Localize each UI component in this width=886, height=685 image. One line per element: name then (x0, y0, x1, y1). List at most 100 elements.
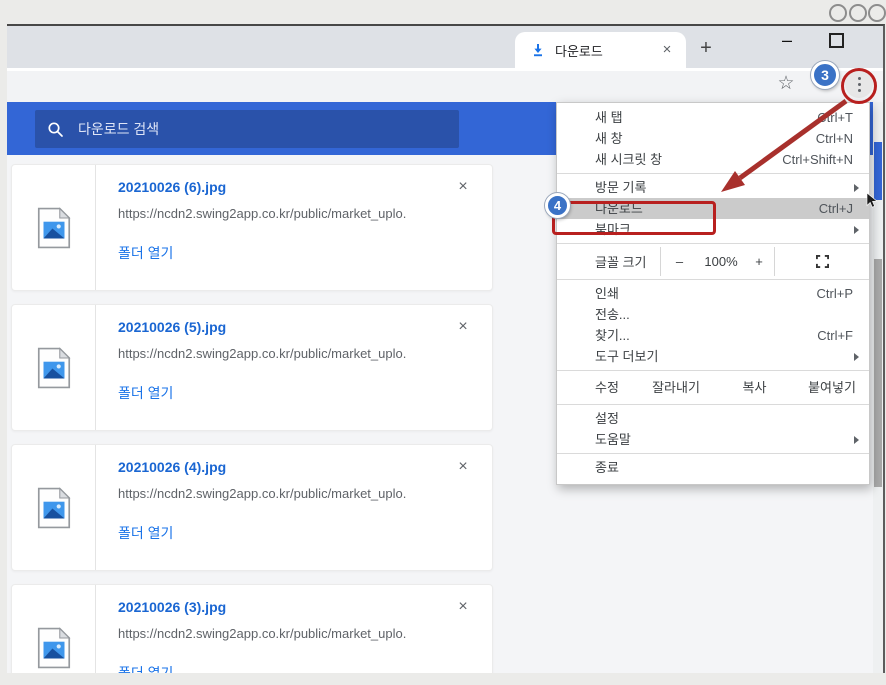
remove-download-icon[interactable]: × (454, 599, 472, 617)
open-folder-link[interactable]: 폴더 열기 (118, 663, 173, 673)
menu-separator (557, 279, 869, 280)
maximize-button[interactable] (829, 33, 844, 48)
open-folder-link[interactable]: 폴더 열기 (118, 383, 173, 403)
download-card: 20210026 (3).jpg × https://ncdn2.swing2a… (11, 584, 493, 673)
menu-item-label: 새 탭 (595, 107, 817, 128)
menu-item-help[interactable]: 도움말 (557, 429, 869, 450)
menu-separator (557, 243, 869, 244)
menu-item-exit[interactable]: 종료 (557, 457, 869, 478)
search-input[interactable] (78, 121, 447, 137)
tab-close-icon[interactable]: × (658, 41, 676, 59)
file-icon-column (12, 445, 96, 570)
scrollbar-thumb-blue[interactable] (874, 142, 882, 200)
menu-item-new-tab[interactable]: 새 탭 Ctrl+T (557, 107, 869, 128)
menu-separator (557, 173, 869, 174)
menu-item-more-tools[interactable]: 도구 더보기 (557, 346, 869, 367)
file-url: https://ncdn2.swing2app.co.kr/public/mar… (118, 206, 476, 221)
submenu-arrow-icon (854, 226, 859, 234)
menu-button-highlight-circle (841, 68, 877, 104)
menu-item-label: 종료 (595, 457, 853, 478)
zoom-in-button[interactable]: + (744, 254, 774, 269)
fullscreen-button[interactable] (775, 255, 869, 268)
menu-item-shortcut: Ctrl+N (816, 128, 853, 149)
menu-separator (557, 370, 869, 371)
menu-item-print[interactable]: 인쇄 Ctrl+P (557, 283, 869, 304)
submenu-arrow-icon (854, 353, 859, 361)
filename-link[interactable]: 20210026 (4).jpg (118, 459, 454, 475)
card-body: 20210026 (4).jpg × https://ncdn2.swing2a… (96, 445, 492, 570)
minimize-button[interactable]: – (777, 30, 797, 54)
edit-label: 수정 (557, 374, 637, 401)
remove-download-icon[interactable]: × (454, 179, 472, 197)
submenu-arrow-icon (854, 184, 859, 192)
file-url: https://ncdn2.swing2app.co.kr/public/mar… (118, 346, 476, 361)
menu-separator (557, 404, 869, 405)
file-url: https://ncdn2.swing2app.co.kr/public/mar… (118, 626, 476, 641)
copy-button[interactable]: 복사 (715, 374, 794, 401)
menu-item-cast[interactable]: 전송... (557, 304, 869, 325)
download-card: 20210026 (6).jpg × https://ncdn2.swing2a… (11, 164, 493, 291)
menu-edit-row: 수정잘라내기복사붙여넣기 (557, 374, 869, 401)
open-folder-link[interactable]: 폴더 열기 (118, 523, 173, 543)
menu-item-history[interactable]: 방문 기록 (557, 177, 869, 198)
menu-item-label: 설정 (595, 408, 853, 429)
card-body: 20210026 (5).jpg × https://ncdn2.swing2a… (96, 305, 492, 430)
search-icon (47, 121, 64, 138)
download-card: 20210026 (5).jpg × https://ncdn2.swing2a… (11, 304, 493, 431)
open-folder-link[interactable]: 폴더 열기 (118, 243, 173, 263)
cut-button[interactable]: 잘라내기 (637, 374, 715, 401)
menu-item-settings[interactable]: 설정 (557, 408, 869, 429)
downloads-item-highlight-box (552, 201, 716, 235)
menu-item-shortcut: Ctrl+Shift+N (782, 149, 853, 170)
filename-link[interactable]: 20210026 (6).jpg (118, 179, 454, 195)
step-3-badge: 3 (811, 61, 839, 89)
zoom-level: 100% (698, 254, 744, 269)
menu-separator (557, 453, 869, 454)
menu-item-shortcut: Ctrl+P (817, 283, 853, 304)
image-file-icon (37, 627, 71, 669)
browser-toolbar: ☆ (7, 68, 883, 102)
close-button[interactable]: × (876, 30, 885, 54)
menu-item-find[interactable]: 찾기... Ctrl+F (557, 325, 869, 346)
step-4-badge: 4 (545, 193, 570, 218)
menu-item-new-window[interactable]: 새 창 Ctrl+N (557, 128, 869, 149)
download-card: 20210026 (4).jpg × https://ncdn2.swing2a… (11, 444, 493, 571)
screenshot-root: 다운로드 × + – × ☆ (0, 0, 886, 685)
fullscreen-icon (816, 255, 829, 268)
file-url: https://ncdn2.swing2app.co.kr/public/mar… (118, 486, 476, 501)
card-body: 20210026 (3).jpg × https://ncdn2.swing2a… (96, 585, 492, 673)
bookmark-star-icon[interactable]: ☆ (775, 72, 797, 96)
image-file-icon (37, 207, 71, 249)
menu-item-shortcut: Ctrl+F (817, 325, 853, 346)
page-scrollbar[interactable] (873, 102, 883, 673)
tab-downloads[interactable]: 다운로드 × (515, 32, 686, 68)
remove-download-icon[interactable]: × (454, 459, 472, 477)
decoration-dot-pink (868, 4, 886, 22)
remove-download-icon[interactable]: × (454, 319, 472, 337)
file-icon-column (12, 585, 96, 673)
zoom-out-button[interactable]: – (661, 254, 698, 269)
menu-item-label: 찾기... (595, 325, 817, 346)
new-tab-button[interactable]: + (695, 38, 717, 60)
menu-item-label: 새 시크릿 창 (595, 149, 782, 170)
downloads-searchbox[interactable] (35, 110, 459, 148)
tab-strip: 다운로드 × + – × (7, 26, 883, 68)
menu-item-label: 새 창 (595, 128, 816, 149)
menu-item-new-incognito[interactable]: 새 시크릿 창 Ctrl+Shift+N (557, 149, 869, 170)
scrollbar-thumb[interactable] (874, 259, 882, 487)
decoration-dot-yellow (829, 4, 847, 22)
decoration-dot-cyan (849, 4, 867, 22)
browser-app-menu: 새 탭 Ctrl+T 새 창 Ctrl+N 새 시크릿 창 Ctrl+Shift… (556, 102, 870, 485)
file-icon-column (12, 165, 96, 290)
file-icon-column (12, 305, 96, 430)
tab-title: 다운로드 (555, 41, 658, 60)
submenu-arrow-icon (854, 436, 859, 444)
filename-link[interactable]: 20210026 (3).jpg (118, 599, 454, 615)
paste-button[interactable]: 붙여넣기 (794, 374, 870, 401)
font-size-label: 글꼴 크기 (557, 252, 660, 271)
menu-item-shortcut: Ctrl+J (819, 198, 853, 219)
download-favicon-icon (531, 43, 545, 57)
filename-link[interactable]: 20210026 (5).jpg (118, 319, 454, 335)
image-file-icon (37, 347, 71, 389)
menu-item-label: 인쇄 (595, 283, 817, 304)
